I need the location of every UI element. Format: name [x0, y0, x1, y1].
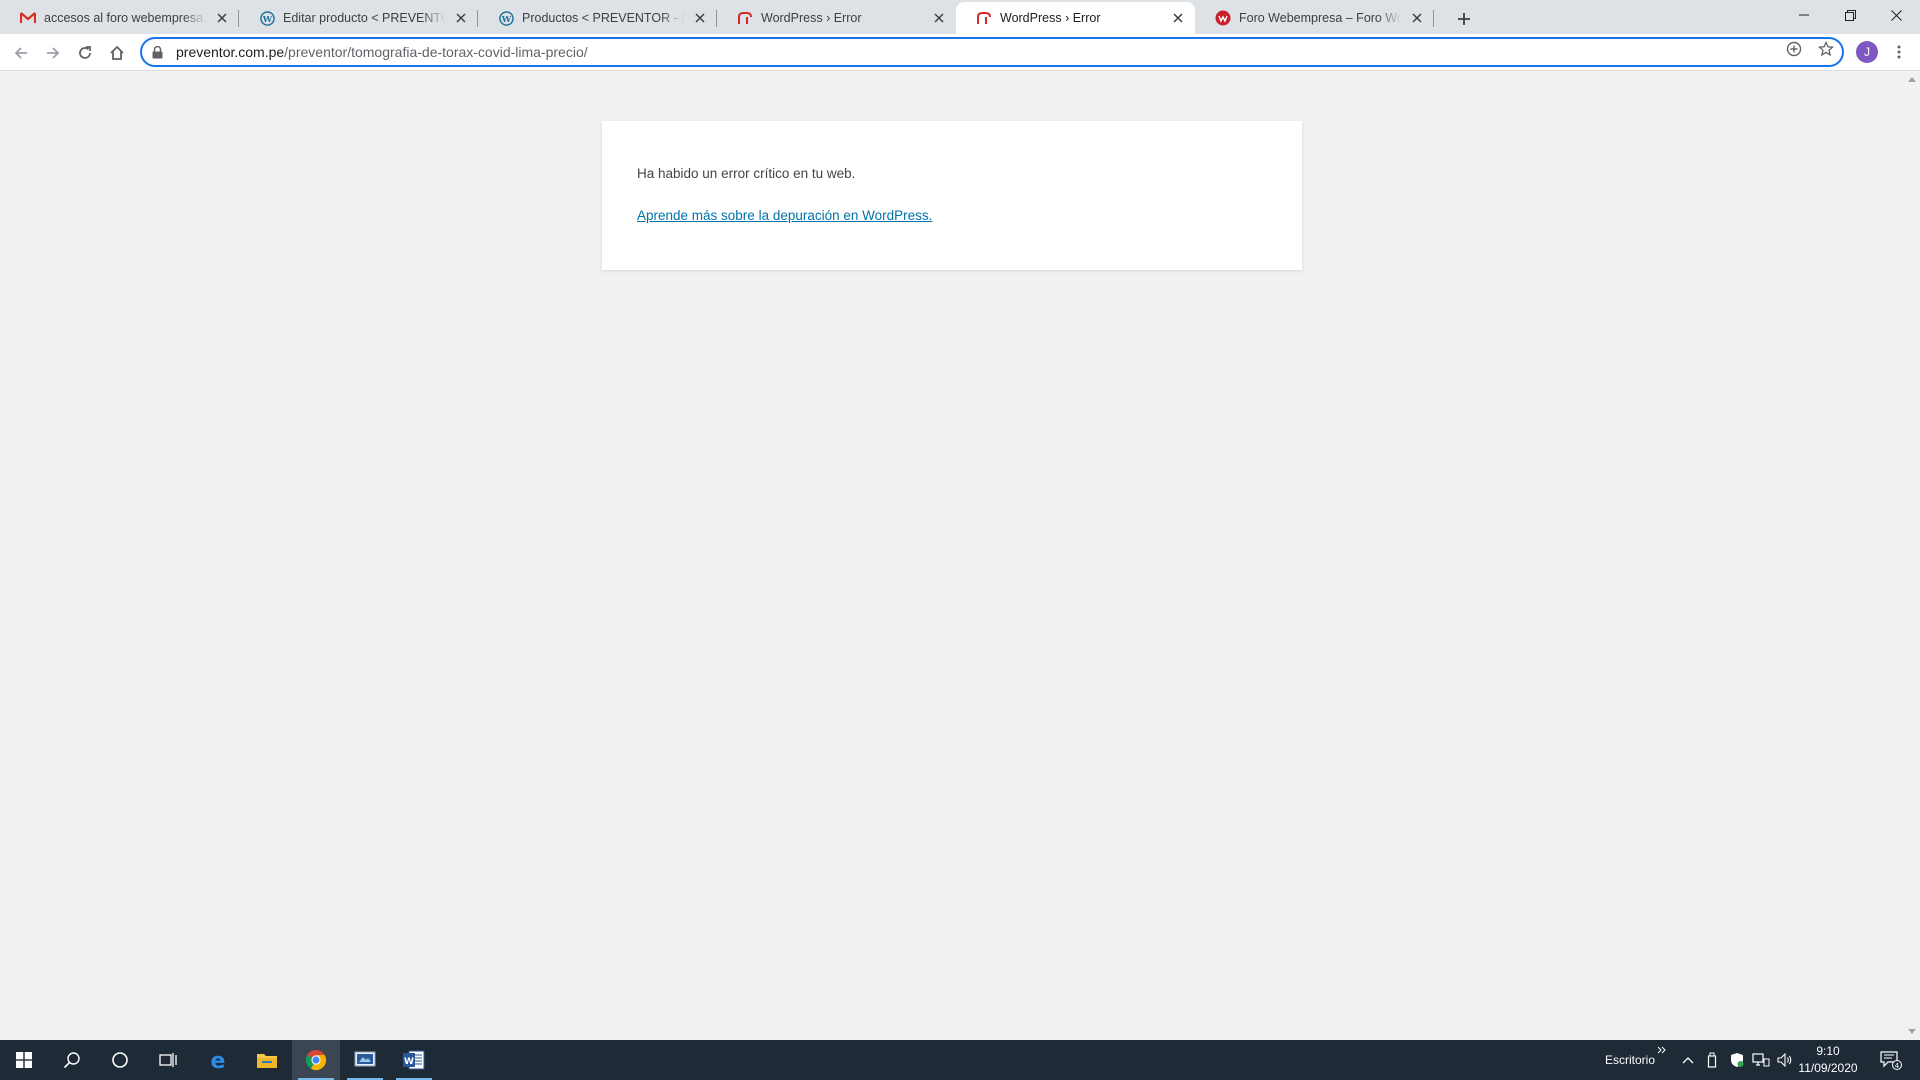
webempresa-red-icon — [976, 10, 992, 26]
taskbar-file-explorer[interactable] — [243, 1040, 291, 1080]
minimize-button[interactable] — [1781, 0, 1827, 30]
new-tab-button[interactable] — [1452, 7, 1476, 31]
tab-wordpress-error-1[interactable]: WordPress › Error — [717, 2, 956, 34]
scroll-down-arrow[interactable] — [1908, 1029, 1916, 1034]
tab-wordpress-error-active[interactable]: WordPress › Error — [956, 2, 1195, 34]
close-icon[interactable] — [1408, 9, 1426, 27]
close-icon[interactable] — [452, 9, 470, 27]
clock-date: 11/09/2020 — [1798, 1061, 1858, 1075]
menu-dots-icon[interactable] — [1888, 41, 1910, 63]
close-icon[interactable] — [1169, 9, 1187, 27]
monitor-app-icon — [354, 1051, 376, 1067]
install-app-icon[interactable] — [1784, 39, 1804, 59]
task-view-button[interactable] — [144, 1040, 192, 1080]
tab-title: Productos < PREVENTOR - Ecografía — [522, 11, 685, 25]
debugging-help-link[interactable]: Aprende más sobre la depuración en WordP… — [637, 208, 932, 223]
close-window-button[interactable] — [1873, 0, 1919, 30]
wordpress-icon: W — [498, 10, 514, 26]
chrome-icon — [305, 1050, 327, 1071]
tab-title: Editar producto < PREVENTOR - Ecografía — [283, 11, 446, 25]
close-icon[interactable] — [691, 9, 709, 27]
desktop-toolbar-label[interactable]: Escritorio — [1605, 1040, 1655, 1080]
taskbar-word[interactable]: W — [390, 1040, 438, 1080]
url-domain: preventor.com.pe — [176, 44, 285, 60]
svg-text:W: W — [404, 1057, 414, 1067]
reload-button[interactable] — [71, 39, 99, 67]
notification-count: 4 — [1895, 1062, 1900, 1070]
home-button[interactable] — [103, 39, 131, 67]
error-message-box: Ha habido un error crítico en tu web. Ap… — [602, 121, 1302, 270]
clock-time: 9:10 — [1816, 1044, 1840, 1058]
network-icon[interactable] — [1751, 1050, 1771, 1070]
chevron-double-right-icon[interactable] — [1655, 1043, 1669, 1057]
address-bar[interactable]: preventor.com.pe/preventor/tomografia-de… — [140, 37, 1844, 67]
search-button[interactable] — [48, 1040, 96, 1080]
folder-icon — [257, 1054, 277, 1068]
url-path: /preventor/tomografia-de-torax-covid-lim… — [284, 44, 588, 60]
scroll-up-arrow[interactable] — [1908, 77, 1916, 82]
tab-title: WordPress › Error — [761, 11, 924, 25]
tab-title: WordPress › Error — [1000, 11, 1163, 25]
lock-icon[interactable] — [152, 45, 166, 59]
chevron-up-icon[interactable] — [1678, 1050, 1698, 1070]
cortana-button[interactable] — [96, 1040, 144, 1080]
start-button[interactable] — [0, 1040, 48, 1080]
close-icon[interactable] — [213, 9, 231, 27]
webempresa-circle-icon — [1215, 10, 1231, 26]
back-button[interactable] — [7, 39, 35, 67]
usb-device-icon[interactable] — [1702, 1050, 1722, 1070]
task-view-icon — [159, 1053, 177, 1067]
tab-productos[interactable]: W Productos < PREVENTOR - Ecografía — [478, 2, 717, 34]
cortana-circle-icon — [112, 1052, 128, 1068]
taskbar-remote-app[interactable] — [341, 1040, 389, 1080]
webempresa-red-icon — [737, 10, 753, 26]
security-shield-icon[interactable] — [1727, 1050, 1747, 1070]
error-message: Ha habido un error crítico en tu web. — [637, 166, 856, 181]
wordpress-icon: W — [259, 10, 275, 26]
svg-text:e: e — [211, 1049, 226, 1071]
tab-title: accesos al foro webempresa - rafa — [44, 11, 207, 25]
edge-icon: e — [211, 1049, 226, 1071]
address-url: preventor.com.pe/preventor/tomografia-de… — [176, 44, 588, 60]
windows-logo-icon — [16, 1052, 32, 1068]
tab-editar-producto[interactable]: W Editar producto < PREVENTOR - Ecografí… — [239, 2, 478, 34]
svg-text:W: W — [261, 13, 272, 23]
tab-title: Foro Webempresa – Foro WordPress — [1239, 11, 1402, 25]
profile-avatar[interactable]: J — [1856, 41, 1878, 63]
tab-foro-webempresa[interactable]: Foro Webempresa – Foro WordPress — [1195, 2, 1434, 34]
action-center-icon: 4 — [1880, 1051, 1902, 1070]
word-icon: W — [403, 1050, 425, 1070]
page-viewport: Ha habido un error crítico en tu web. Ap… — [0, 71, 1904, 1040]
browser-toolbar: preventor.com.pe/preventor/tomografia-de… — [0, 34, 1920, 71]
search-icon — [63, 1052, 80, 1069]
system-clock[interactable]: 9:10 11/09/2020 — [1790, 1043, 1866, 1077]
notifications-button[interactable]: 4 — [1878, 1050, 1904, 1070]
taskbar-edge[interactable]: e — [194, 1040, 242, 1080]
close-icon[interactable] — [930, 9, 948, 27]
vertical-scrollbar[interactable] — [1904, 71, 1920, 1040]
svg-text:W: W — [500, 13, 511, 23]
gmail-icon — [20, 10, 36, 26]
restore-button[interactable] — [1827, 0, 1873, 30]
bookmark-star-icon[interactable] — [1816, 39, 1836, 59]
forward-button[interactable] — [39, 39, 67, 67]
tab-gmail[interactable]: accesos al foro webempresa - rafa — [0, 2, 239, 34]
tab-strip: accesos al foro webempresa - rafa W Edit… — [0, 0, 1920, 34]
taskbar-chrome[interactable] — [292, 1040, 340, 1080]
windows-taskbar: e W Escritorio 9:10 11/09/2020 4 — [0, 1040, 1920, 1080]
